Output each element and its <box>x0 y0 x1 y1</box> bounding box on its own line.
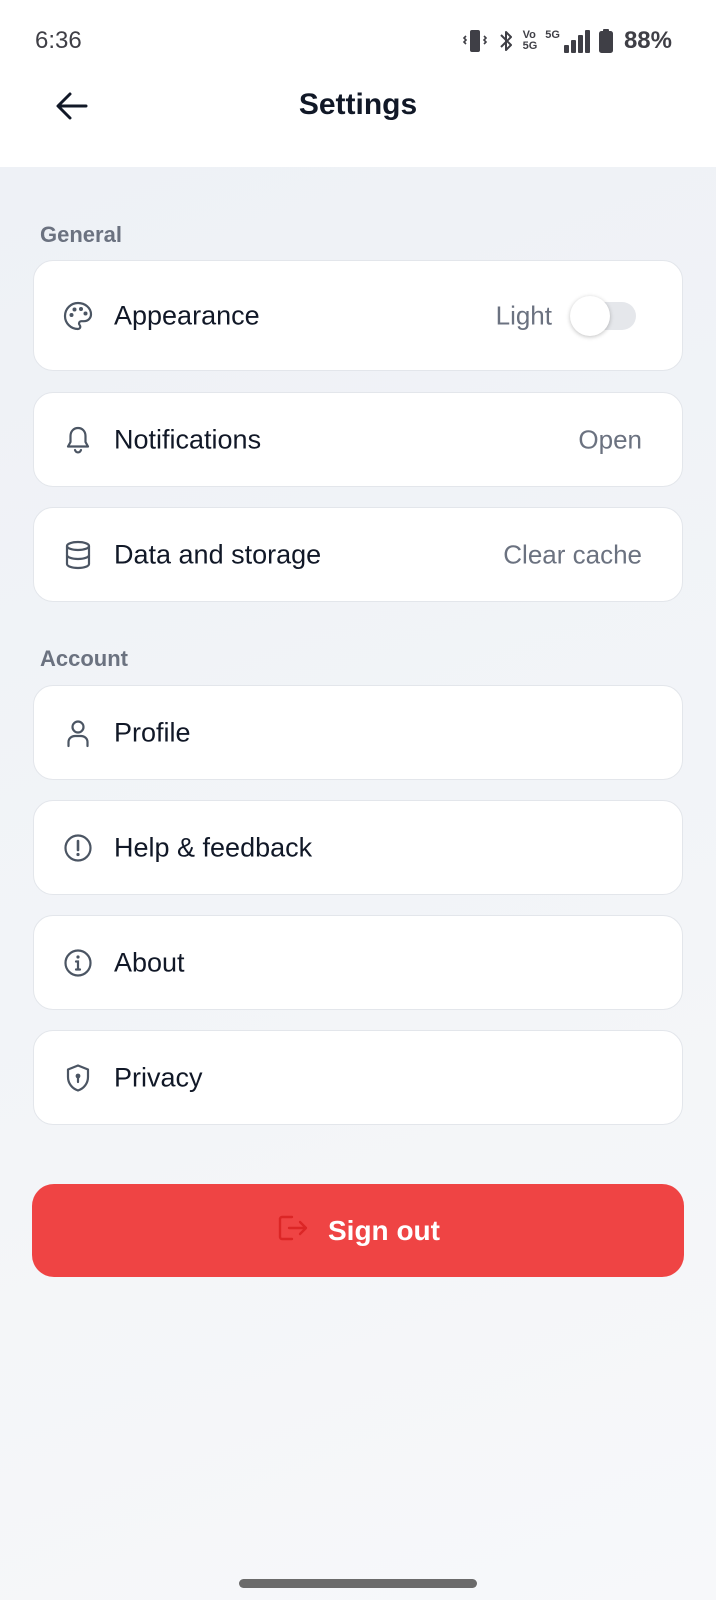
about-label: About <box>114 947 185 977</box>
alert-circle-icon <box>62 832 94 864</box>
toggle-knob <box>570 295 610 336</box>
appearance-label: Appearance <box>114 300 260 330</box>
user-icon <box>62 717 94 749</box>
bluetooth-icon <box>497 28 515 54</box>
signal-icon: 5G <box>545 28 590 53</box>
battery-percent: 88% <box>623 27 672 54</box>
app-bar: Settings <box>0 82 716 167</box>
battery-icon <box>598 28 614 54</box>
settings-content: General Appearance Light Notifications O… <box>0 167 716 1600</box>
sign-out-label: Sign out <box>328 1214 440 1246</box>
section-label-account: Account <box>40 646 128 671</box>
settings-item-about[interactable]: About <box>33 915 683 1010</box>
status-icons: Vo 5G 5G 88% <box>461 26 672 56</box>
settings-item-profile[interactable]: Profile <box>33 685 683 780</box>
status-bar: 6:36 Vo 5G 5G 88% <box>0 0 716 82</box>
status-time: 6:36 <box>35 27 82 54</box>
palette-icon <box>62 300 94 332</box>
volte-label-bottom: 5G <box>522 40 538 52</box>
appearance-toggle[interactable] <box>570 295 636 336</box>
log-out-icon <box>276 1212 310 1249</box>
shield-lock-icon <box>62 1062 94 1094</box>
vibrate-icon <box>461 28 489 54</box>
settings-item-privacy[interactable]: Privacy <box>33 1030 683 1125</box>
notifications-label: Notifications <box>114 424 262 454</box>
section-label-general: General <box>40 222 122 247</box>
settings-item-appearance[interactable]: Appearance Light <box>33 260 683 371</box>
database-icon <box>62 539 94 571</box>
notifications-value: Open <box>578 424 642 454</box>
appearance-value: Light <box>495 300 552 330</box>
settings-item-data-storage[interactable]: Data and storage Clear cache <box>33 507 683 602</box>
profile-label: Profile <box>114 717 191 747</box>
page-title: Settings <box>298 88 418 121</box>
data-storage-label: Data and storage <box>114 539 322 569</box>
settings-item-help-feedback[interactable]: Help & feedback <box>33 800 683 895</box>
settings-item-notifications[interactable]: Notifications Open <box>33 392 683 487</box>
info-icon <box>62 947 94 979</box>
sign-out-button[interactable]: Sign out <box>32 1184 684 1277</box>
clear-cache-action[interactable]: Clear cache <box>503 539 642 570</box>
bell-icon <box>62 424 94 456</box>
help-feedback-label: Help & feedback <box>114 832 313 862</box>
privacy-label: Privacy <box>114 1062 203 1092</box>
home-indicator[interactable] <box>239 1579 477 1588</box>
volte-icon: Vo 5G <box>523 30 538 52</box>
signal-label: 5G <box>545 28 560 41</box>
